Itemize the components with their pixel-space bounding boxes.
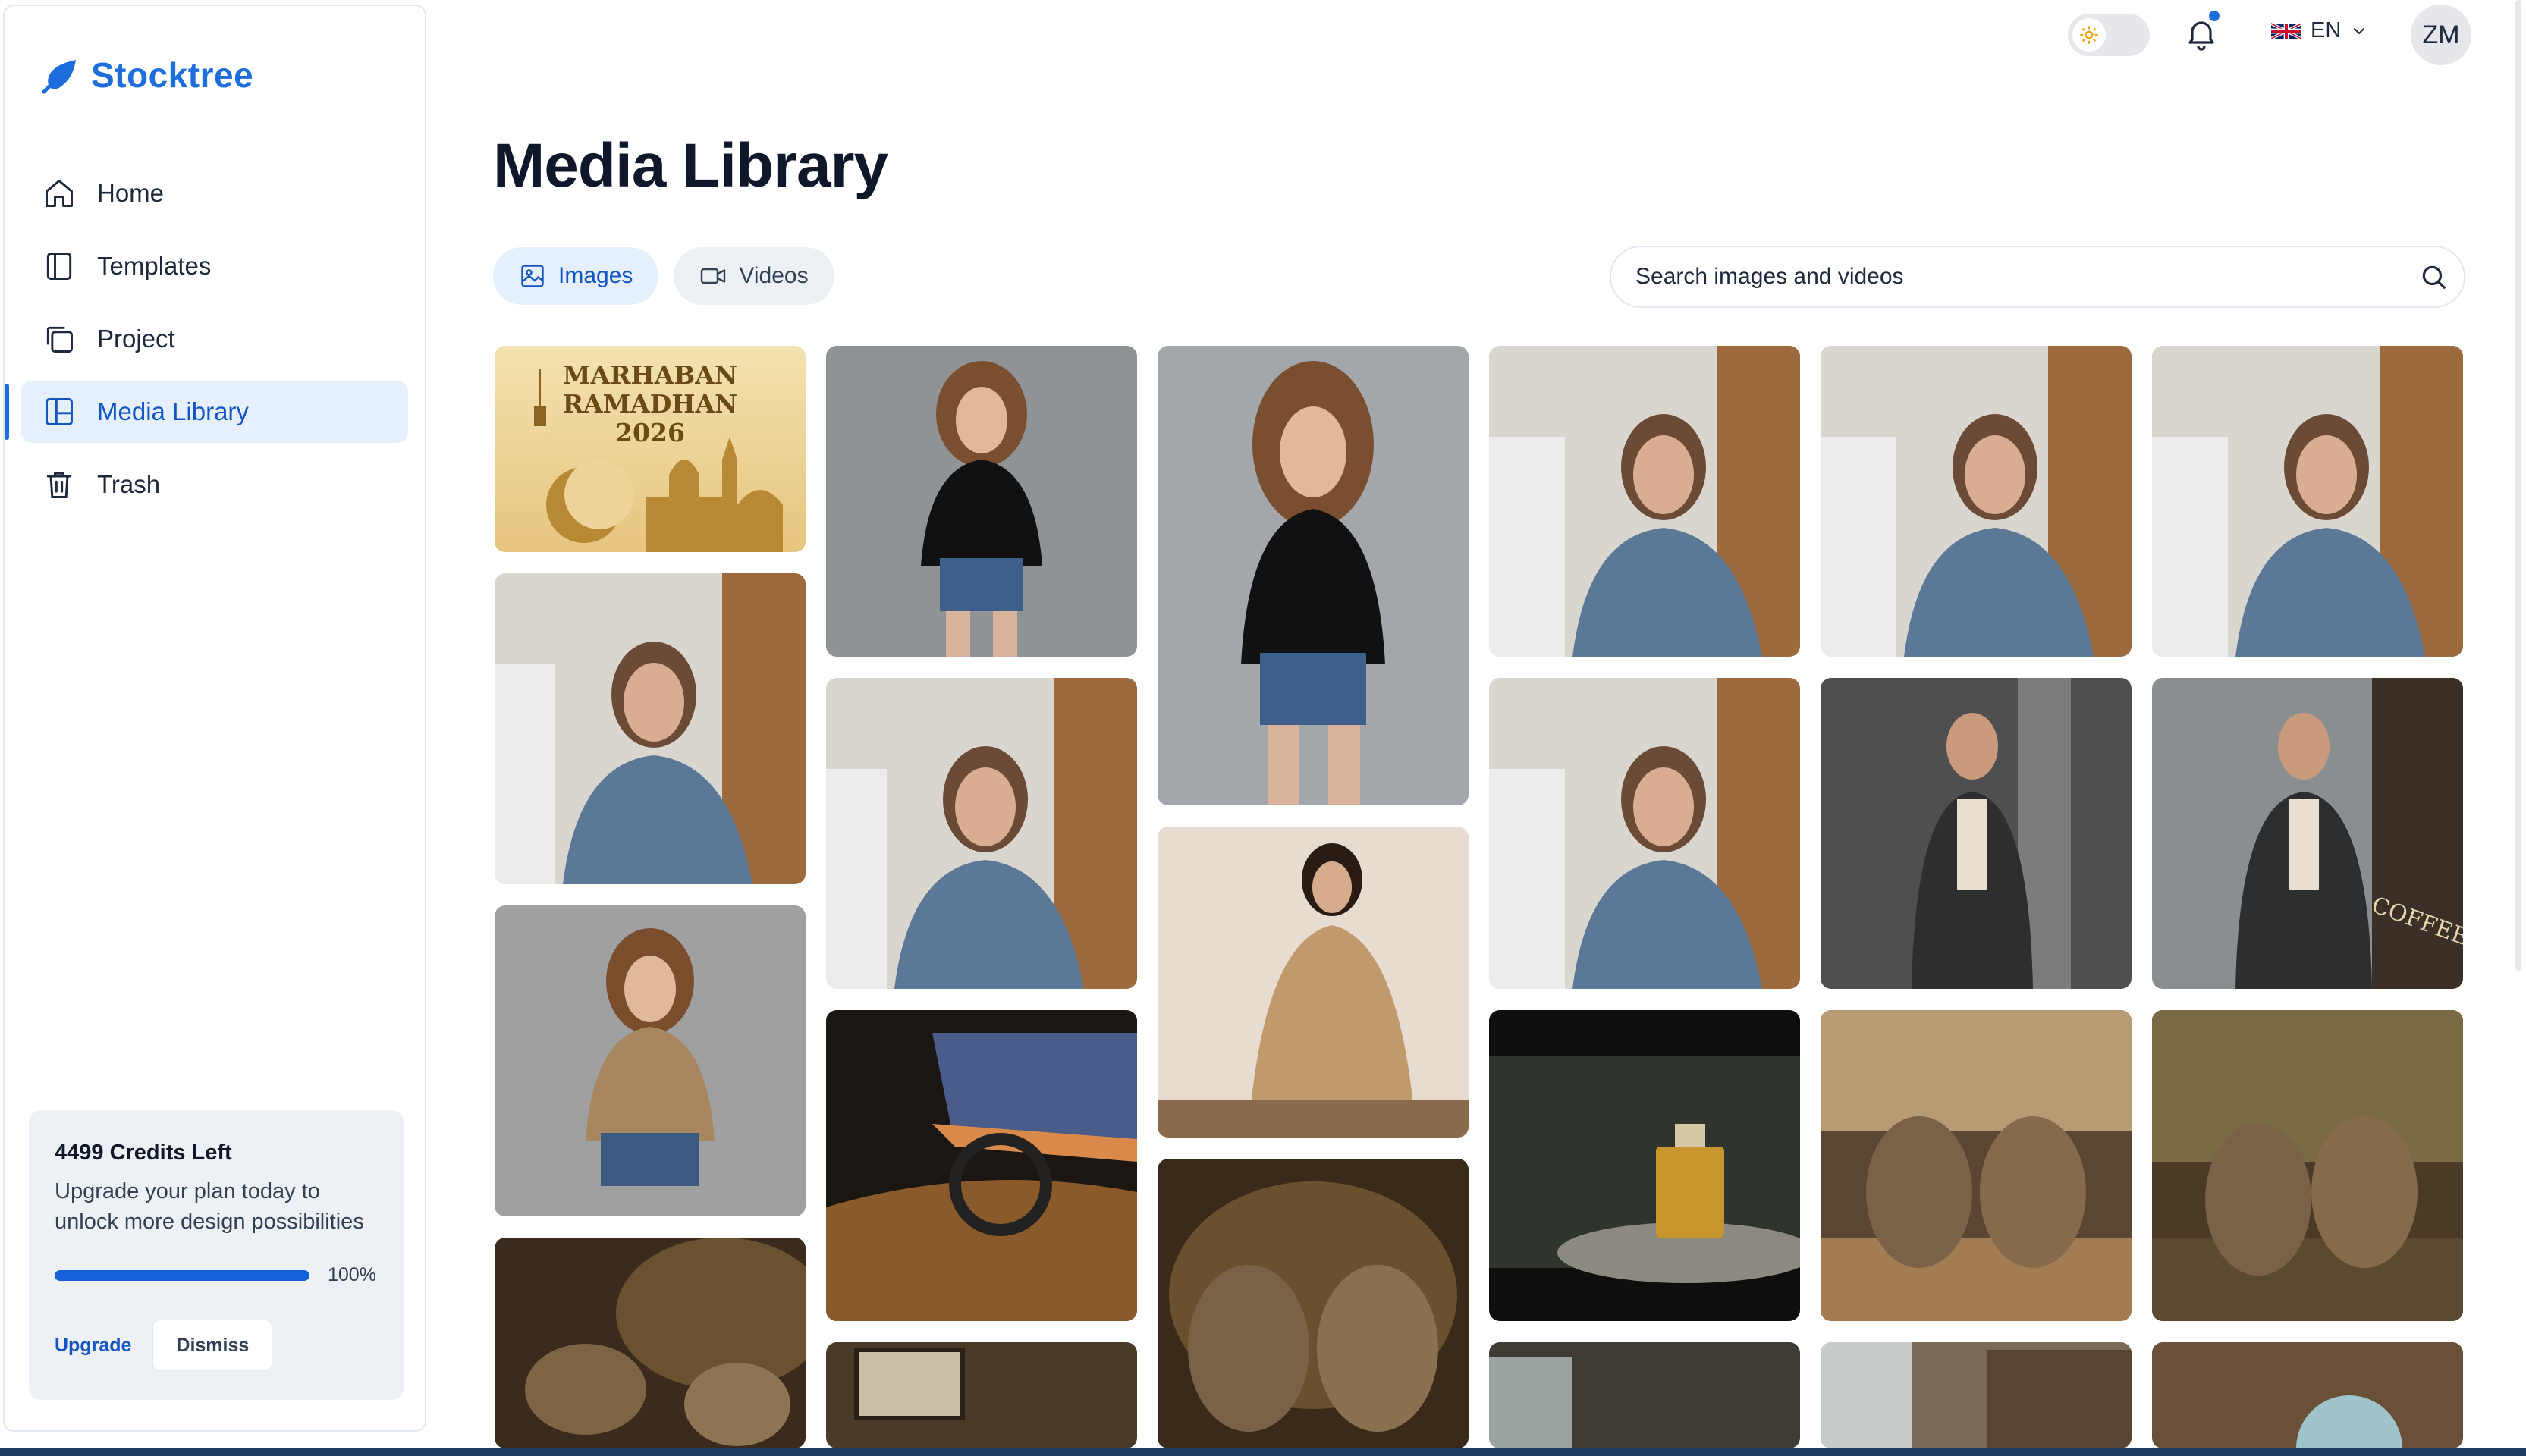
trash-icon — [46, 472, 72, 498]
media-tile-man-dark-jacket[interactable] — [1821, 678, 2132, 989]
upgrade-button[interactable]: Upgrade — [55, 1335, 131, 1357]
banner-line-1: MARHABAN — [563, 360, 737, 390]
language-code: EN — [2311, 18, 2342, 42]
sidebar-item-label: Media Library — [97, 397, 249, 425]
credits-title: 4499 Credits Left — [55, 1141, 232, 1165]
image-icon — [521, 265, 544, 287]
media-tile-woman-office[interactable] — [826, 678, 1137, 989]
search-bar — [1610, 246, 2465, 308]
media-tile-cats-dust[interactable] — [1158, 1159, 1469, 1448]
tab-videos[interactable]: Videos — [674, 247, 834, 305]
sidebar-item-trash[interactable]: Trash — [21, 453, 408, 516]
home-icon — [46, 180, 73, 207]
media-tile-woman-tan[interactable] — [495, 905, 806, 1216]
media-tile-perfume-bottle[interactable] — [1489, 1010, 1800, 1321]
media-tile-woman-office[interactable] — [1489, 678, 1800, 989]
sun-icon — [2072, 18, 2106, 52]
chevron-down-icon — [2354, 27, 2365, 34]
templates-icon — [46, 253, 72, 280]
sidebar-item-label: Trash — [97, 470, 161, 498]
media-tile-woman-black-top[interactable] — [826, 346, 1137, 657]
sidebar-item-label: Home — [97, 179, 165, 207]
logo[interactable]: Stocktree — [41, 55, 253, 96]
video-icon — [701, 268, 726, 284]
sidebar-item-label: Templates — [97, 252, 212, 280]
media-tile-woman-office[interactable] — [2152, 346, 2463, 657]
media-tile-room-interior[interactable] — [1489, 1342, 1800, 1448]
theme-toggle[interactable] — [2068, 14, 2150, 56]
media-tile-woman-beige-outfit[interactable] — [1158, 827, 1469, 1138]
media-tile-woman-hijab[interactable] — [2152, 1342, 2463, 1448]
media-tile-cats-fish[interactable] — [1821, 1010, 2132, 1321]
progress-track — [55, 1269, 309, 1281]
search-button[interactable] — [2403, 246, 2464, 307]
media-tile-woman-office[interactable] — [1489, 346, 1800, 657]
media-tile-cats-fighting[interactable] — [495, 1238, 806, 1448]
banner-line-2: RAMADHAN — [563, 389, 738, 419]
tab-images[interactable]: Images — [493, 247, 659, 305]
search-input[interactable] — [1611, 247, 2403, 306]
scrollbar[interactable] — [2515, 0, 2521, 971]
notification-dot — [2209, 11, 2220, 21]
media-tile-man-coffee-shop[interactable]: COFFEE — [2152, 678, 2463, 989]
media-tabs: Images Videos — [493, 247, 834, 305]
credits-progress: 100% — [55, 1264, 378, 1286]
media-tile-woman-office[interactable] — [495, 573, 806, 884]
tab-label: Images — [558, 263, 633, 288]
media-tile-car-interior[interactable] — [826, 1010, 1137, 1321]
media-tile-ramadan-banner[interactable]: MARHABAN RAMADHAN 2026 — [495, 346, 806, 552]
search-icon — [2422, 265, 2446, 289]
sidebar-item-templates[interactable]: Templates — [21, 235, 408, 297]
avatar[interactable]: ZM — [2411, 5, 2471, 65]
media-tile-room-interior[interactable] — [826, 1342, 1137, 1448]
window-bottom-edge — [0, 1448, 2526, 1456]
sidebar-item-label: Project — [97, 325, 175, 353]
dismiss-button[interactable]: Dismiss — [152, 1320, 273, 1371]
tab-label: Videos — [739, 263, 809, 288]
uk-flag-icon — [2271, 21, 2301, 40]
stocktree-logo-icon — [42, 60, 76, 94]
sidebar: Stocktree Home Templates Project Media L… — [3, 5, 426, 1432]
media-library-icon — [46, 398, 73, 425]
app-root: Stocktree Home Templates Project Media L… — [0, 0, 2526, 1456]
project-icon — [46, 326, 73, 353]
logo-text: Stocktree — [91, 55, 254, 95]
banner-line-3: 2026 — [615, 418, 685, 447]
sidebar-item-project[interactable]: Project — [21, 308, 408, 370]
credits-description: Upgrade your plan today to unlock more d… — [55, 1179, 364, 1234]
media-tile-room-interior[interactable] — [1821, 1342, 2132, 1448]
sidebar-item-home[interactable]: Home — [21, 162, 408, 224]
progress-fill — [55, 1269, 309, 1281]
sidebar-item-media-library[interactable]: Media Library — [5, 381, 408, 443]
page-title: Media Library — [493, 131, 888, 200]
credits-actions: Upgrade Dismiss — [55, 1320, 378, 1371]
media-tile-cats-fish-forest[interactable] — [2152, 1010, 2463, 1321]
language-selector[interactable]: EN — [2271, 18, 2368, 43]
progress-percent: 100% — [328, 1264, 376, 1285]
sidebar-nav: Home Templates Project Media Library Tra… — [5, 162, 408, 526]
credits-card: 4499 Credits Left Upgrade your plan toda… — [29, 1110, 404, 1400]
media-tile-woman-office[interactable] — [1821, 346, 2132, 657]
media-tile-woman-black-top-large[interactable] — [1158, 346, 1469, 805]
